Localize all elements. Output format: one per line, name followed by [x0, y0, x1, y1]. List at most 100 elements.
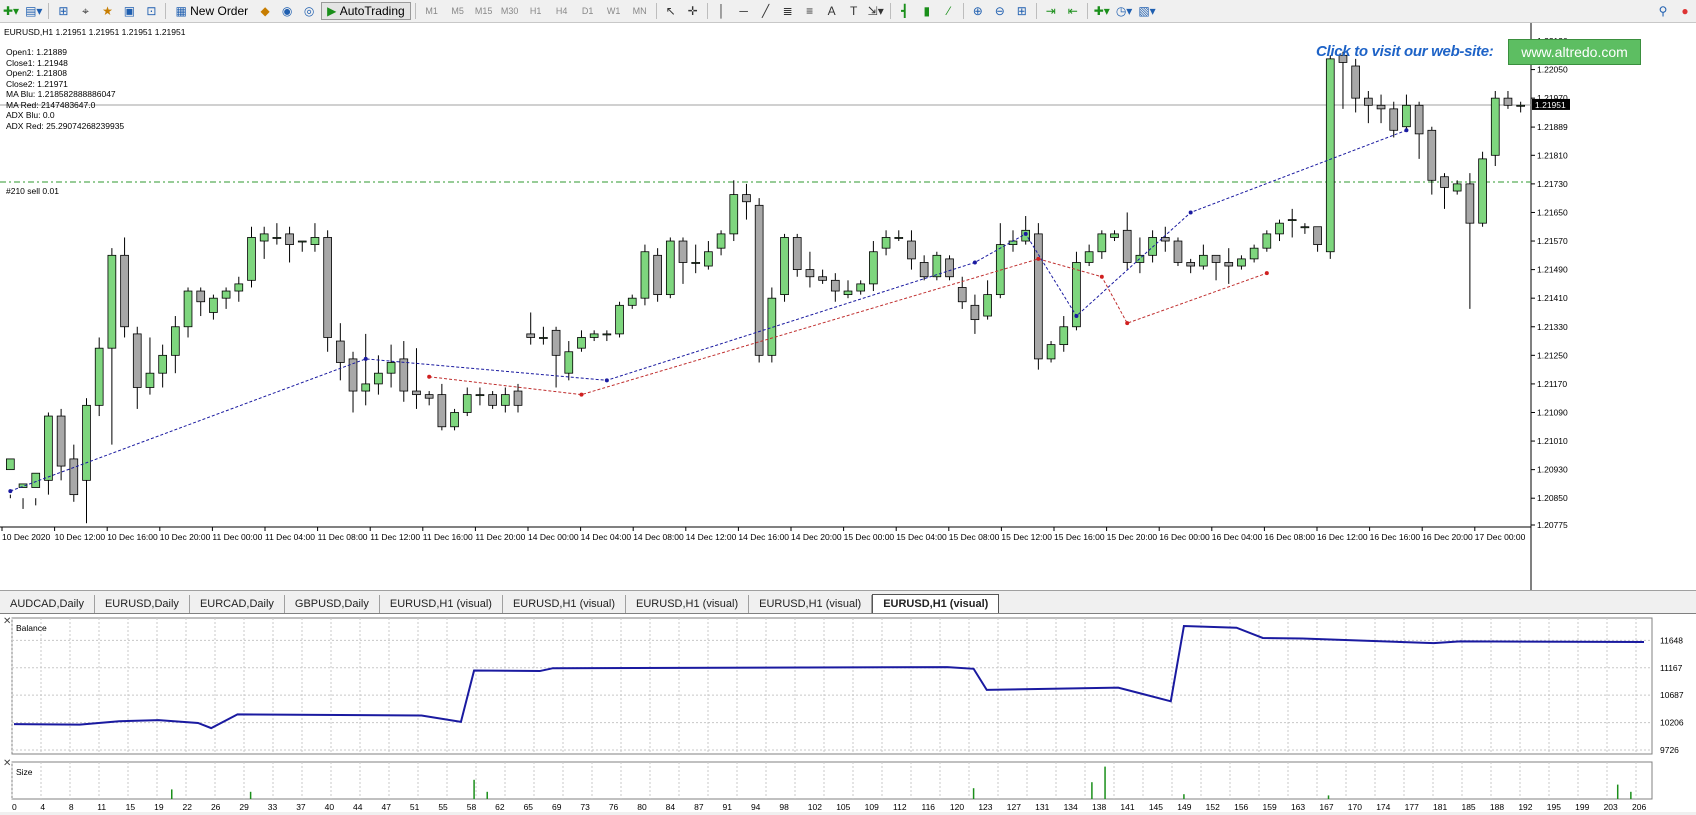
- candle-body: [374, 372, 383, 385]
- vertical-line-icon[interactable]: │: [712, 2, 732, 20]
- text-label-icon[interactable]: T: [844, 2, 864, 20]
- timeframe-h4[interactable]: H4: [550, 2, 574, 20]
- indicator-subwindow: 11648 11167 10687 10206 9726 0 4 8 11 15 19 22 26 29 3…: [0, 613, 1696, 812]
- signals-icon[interactable]: ◉: [277, 2, 297, 20]
- new-order-button[interactable]: ▦ New Order: [170, 2, 253, 20]
- timeframe-bar: M1 M5 M15 M30 H1 H4 D1 W1 MN: [419, 2, 653, 20]
- text-icon[interactable]: A: [822, 2, 842, 20]
- candle-body: [919, 262, 929, 278]
- timeframe-h1[interactable]: H1: [524, 2, 548, 20]
- notification-icon[interactable]: ●: [1675, 2, 1695, 20]
- candle-body: [412, 390, 421, 396]
- candle-body: [869, 251, 878, 285]
- candle-body: [247, 237, 256, 281]
- chart-tab[interactable]: EURUSD,H1 (visual): [380, 595, 503, 613]
- strategy-tester-icon[interactable]: ⊡: [141, 2, 161, 20]
- bar-chart-icon[interactable]: ┫: [895, 2, 915, 20]
- tile-windows-icon[interactable]: ⊞: [1012, 2, 1032, 20]
- horizontal-line-icon[interactable]: ─: [734, 2, 754, 20]
- candle: [932, 251, 942, 281]
- auto-trading-button[interactable]: ▶ AutoTrading: [321, 2, 411, 20]
- arrows-icon[interactable]: ⇲▾: [866, 2, 886, 20]
- trendline-icon[interactable]: ╱: [756, 2, 776, 20]
- data-window-icon[interactable]: ⌖: [75, 2, 95, 20]
- candle: [1046, 341, 1056, 363]
- trade-arrow-marker: [579, 392, 584, 397]
- candlestick-icon[interactable]: ▮: [917, 2, 937, 20]
- candle-body: [1414, 104, 1424, 135]
- fibonacci-icon[interactable]: ≡: [800, 2, 820, 20]
- candle-body: [539, 337, 548, 339]
- candle-body: [310, 237, 320, 246]
- candle-body: [1110, 233, 1119, 238]
- time-axis-label: 15 Dec 20:00: [1107, 532, 1158, 542]
- close-size-icon[interactable]: ✕: [3, 758, 11, 769]
- timeframe-m5[interactable]: M5: [446, 2, 470, 20]
- candle-body: [1313, 226, 1322, 246]
- trade-arrow-marker: [1036, 256, 1041, 261]
- templates-icon[interactable]: ▧▾: [1136, 2, 1157, 20]
- time-axis-label: 10 Dec 2020: [2, 532, 50, 542]
- timeframe-mn[interactable]: MN: [628, 2, 652, 20]
- candle: [1478, 151, 1487, 227]
- candle: [1262, 230, 1272, 252]
- toolbar-separator: [1035, 3, 1037, 19]
- chart-tab[interactable]: AUDCAD,Daily: [0, 595, 95, 613]
- candle-body: [424, 394, 434, 399]
- terminal-icon[interactable]: ▣: [119, 2, 139, 20]
- candle-body: [1452, 183, 1462, 192]
- chart-shift-icon[interactable]: ⇤: [1063, 2, 1083, 20]
- price-axis-label: 1.21010: [1537, 436, 1568, 446]
- order-label: #210 sell 0.01: [6, 186, 59, 196]
- price-axis-label: 1.21570: [1537, 236, 1568, 246]
- time-axis-label: 14 Dec 04:00: [581, 532, 632, 542]
- chart-tab[interactable]: EURUSD,H1 (visual): [872, 594, 1000, 613]
- time-axis-label: 14 Dec 20:00: [791, 532, 842, 542]
- timeframe-w1[interactable]: W1: [602, 2, 626, 20]
- timeframe-m15[interactable]: M15: [472, 2, 496, 20]
- zoom-in-icon[interactable]: ⊕: [968, 2, 988, 20]
- candle-body: [729, 194, 739, 235]
- profiles-icon[interactable]: ▤▾: [23, 2, 44, 20]
- chart-tab[interactable]: EURUSD,H1 (visual): [626, 595, 750, 613]
- chart-tab[interactable]: EURUSD,H1 (visual): [749, 595, 873, 613]
- zoom-out-icon[interactable]: ⊖: [990, 2, 1010, 20]
- chart-tab[interactable]: EURUSD,H1 (visual): [503, 595, 627, 613]
- cursor-icon[interactable]: ↖: [661, 2, 681, 20]
- toolbar-separator: [706, 3, 708, 19]
- periods-icon[interactable]: ◷▾: [1114, 2, 1135, 20]
- indicator-values: Open1: 1.21889 Close1: 1.21948 Open2: 1.21…: [6, 47, 124, 131]
- indicators-icon[interactable]: ✚▾: [1092, 2, 1112, 20]
- candle-body: [1351, 65, 1360, 99]
- candle-body: [1427, 129, 1437, 181]
- candle-body: [907, 240, 916, 260]
- website-button[interactable]: www.altredo.com: [1508, 39, 1641, 65]
- market-watch-icon[interactable]: ⊞: [53, 2, 73, 20]
- chart-tab[interactable]: EURCAD,Daily: [190, 595, 285, 613]
- search-icon[interactable]: ⚲: [1653, 2, 1673, 20]
- navigator-icon[interactable]: ★: [97, 2, 117, 20]
- chart-tab[interactable]: GBPUSD,Daily: [285, 595, 380, 613]
- price-chart[interactable]: 1.221301.220501.219701.218891.218101.217…: [0, 23, 1696, 590]
- line-chart-icon[interactable]: ⁄: [939, 2, 959, 20]
- candle-body: [361, 383, 371, 392]
- candle-body: [589, 333, 599, 338]
- close-balance-icon[interactable]: ✕: [3, 616, 11, 627]
- candle-body: [995, 244, 1005, 296]
- time-axis-label: 11 Dec 00:00: [212, 532, 262, 542]
- chart-tab[interactable]: EURUSD,Daily: [95, 595, 190, 613]
- timeframe-d1[interactable]: D1: [576, 2, 600, 20]
- timeframe-m30[interactable]: M30: [498, 2, 522, 20]
- timeframe-m1[interactable]: M1: [420, 2, 444, 20]
- toolbar-separator: [48, 3, 50, 19]
- market-icon[interactable]: ◎: [299, 2, 319, 20]
- metaeditor-icon[interactable]: ◆: [255, 2, 275, 20]
- candle-body: [665, 240, 675, 296]
- new-chart-icon[interactable]: ✚▾: [1, 2, 21, 20]
- crosshair-icon[interactable]: ✛: [683, 2, 703, 20]
- equidistant-channel-icon[interactable]: ≣: [778, 2, 798, 20]
- trade-arrow-marker: [1023, 231, 1028, 236]
- auto-scroll-icon[interactable]: ⇥: [1041, 2, 1061, 20]
- indicator-line: Open2: 1.21808: [6, 68, 67, 78]
- candle-body: [1034, 233, 1043, 360]
